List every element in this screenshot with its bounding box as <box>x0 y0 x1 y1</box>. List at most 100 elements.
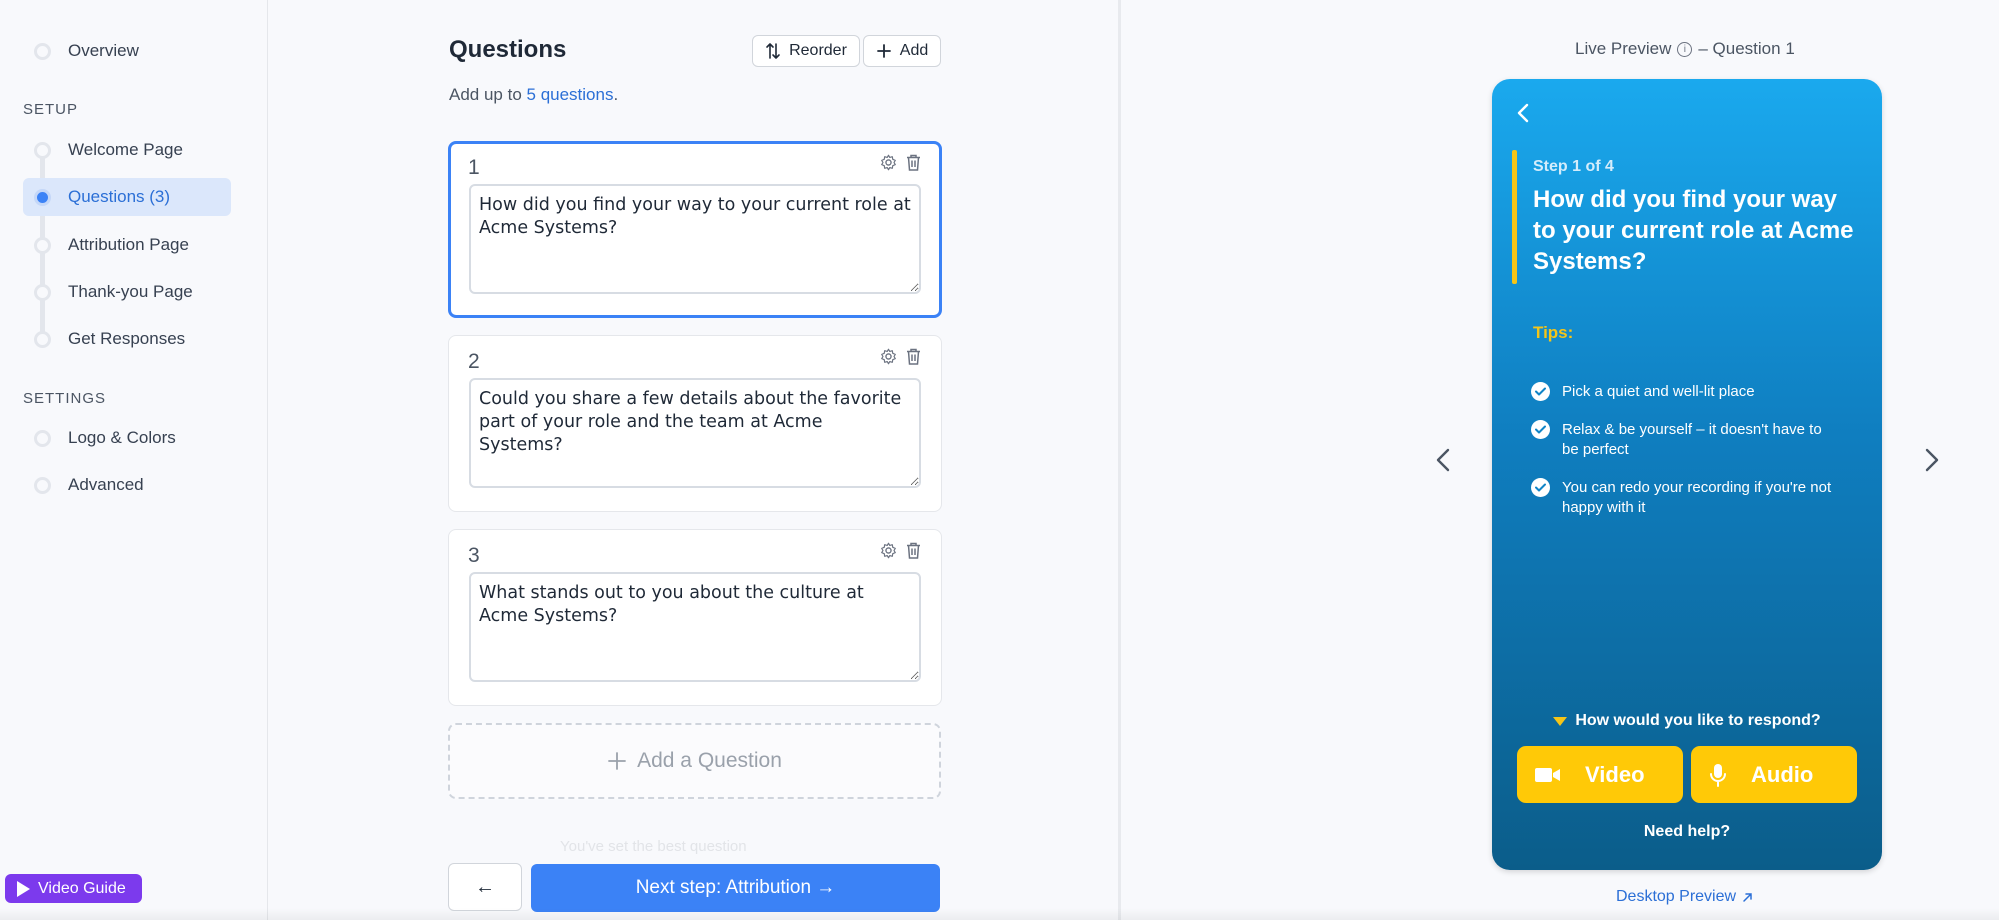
audio-response-button[interactable]: Audio <box>1691 746 1857 803</box>
sidebar-item-welcome-page[interactable]: Welcome Page <box>23 131 231 169</box>
step-dot-icon <box>34 330 51 348</box>
reorder-button[interactable]: Reorder <box>752 35 860 67</box>
add-question-button[interactable]: Add a Question <box>448 723 941 799</box>
plus-icon <box>876 44 891 58</box>
chevron-right-icon[interactable] <box>1917 445 1947 475</box>
preview-question-ref: – Question 1 <box>1698 39 1795 58</box>
audio-label: Audio <box>1751 761 1814 787</box>
sidebar-item-thank-you-page[interactable]: Thank-you Page <box>23 273 231 311</box>
external-link-icon <box>1743 892 1752 902</box>
chevron-left-icon[interactable] <box>1428 445 1458 475</box>
tip-text: Pick a quiet and well-lit place <box>1562 383 1755 400</box>
panel-divider <box>1118 0 1121 920</box>
play-icon <box>17 880 30 897</box>
add-label: Add <box>899 42 929 59</box>
sidebar-item-logo-colors[interactable]: Logo & Colors <box>23 419 231 457</box>
question-number: 1 <box>468 156 480 179</box>
video-label: Video <box>1585 761 1645 787</box>
question-card-1[interactable]: 1 How did you find your way to your curr… <box>448 141 942 318</box>
questions-limit-link[interactable]: 5 questions <box>527 85 614 104</box>
desktop-preview-text: Desktop Preview <box>1616 888 1737 905</box>
sidebar-item-label: Attribution Page <box>68 235 189 254</box>
sidebar-item-label: Advanced <box>68 475 144 494</box>
question-card-2[interactable]: 2 Could you share a few details about th… <box>448 335 942 512</box>
page-title: Questions <box>449 36 567 63</box>
video-guide-button[interactable]: Video Guide <box>5 874 142 903</box>
trash-icon[interactable] <box>906 542 921 559</box>
phone-preview: Step 1 of 4 How did you find your way to… <box>1492 79 1882 870</box>
step-dot-icon <box>34 283 51 301</box>
sidebar-item-attribution-page[interactable]: Attribution Page <box>23 226 231 264</box>
gear-icon[interactable] <box>880 154 897 171</box>
tip-item: You can redo your recording if you're no… <box>1531 478 1841 518</box>
settings-section-label: SETTINGS <box>23 390 107 407</box>
step-label: Step 1 of 4 <box>1533 158 1614 175</box>
question-actions <box>880 154 921 171</box>
sidebar-item-label: Questions (3) <box>68 187 171 206</box>
question-number: 2 <box>468 350 480 373</box>
sidebar-item-label: Logo & Colors <box>68 428 176 447</box>
tip-text: Relax & be yourself – it doesn't have to… <box>1562 421 1822 458</box>
tip-text: You can redo your recording if you're no… <box>1562 479 1832 516</box>
sidebar-item-label: Thank-you Page <box>68 282 193 301</box>
next-step-button[interactable]: Next step: Attribution → <box>531 864 940 912</box>
gear-icon[interactable] <box>880 542 897 559</box>
need-help-link[interactable]: Need help? <box>1492 823 1882 841</box>
caret-down-icon <box>1553 716 1568 726</box>
add-question-label: Add a Question <box>637 749 782 772</box>
sidebar-item-get-responses[interactable]: Get Responses <box>23 320 231 358</box>
gear-icon[interactable] <box>880 348 897 365</box>
reorder-icon <box>766 43 780 59</box>
question-actions <box>880 348 921 365</box>
subtitle-text: Add up to <box>449 85 527 104</box>
sidebar: Overview SETUP Welcome Page Questions (3… <box>0 0 268 920</box>
bottom-edge-shadow <box>0 908 1999 920</box>
live-preview-text: Live Preview <box>1575 39 1672 58</box>
trash-icon[interactable] <box>906 154 921 171</box>
question-actions <box>880 542 921 559</box>
arrow-left-icon: ← <box>475 875 495 898</box>
question-text-input[interactable]: How did you find your way to your curren… <box>469 184 921 294</box>
sidebar-item-advanced[interactable]: Advanced <box>23 466 231 504</box>
sidebar-item-overview[interactable]: Overview <box>23 32 231 70</box>
faded-hint-text: You've set the best question <box>560 838 747 855</box>
setup-section-label: SETUP <box>23 101 79 118</box>
reorder-label: Reorder <box>789 42 847 59</box>
trash-icon[interactable] <box>906 348 921 365</box>
check-circle-icon <box>1531 382 1550 401</box>
step-dot-icon <box>34 188 51 206</box>
video-response-button[interactable]: Video <box>1517 746 1683 803</box>
live-preview-label: Live Preview i – Question 1 <box>1575 39 1795 59</box>
respond-prompt-text: How would you like to respond? <box>1575 712 1821 729</box>
desktop-preview-link[interactable]: Desktop Preview <box>1616 888 1753 906</box>
step-dot-icon <box>34 42 51 60</box>
preview-question: How did you find your way to your curren… <box>1533 186 1854 275</box>
question-text-input[interactable]: Could you share a few details about the … <box>469 378 921 488</box>
back-button[interactable]: ← <box>448 863 522 911</box>
question-text-input[interactable]: What stands out to you about the culture… <box>469 572 921 682</box>
tip-item: Pick a quiet and well-lit place <box>1531 382 1841 402</box>
question-number: 3 <box>468 544 480 567</box>
questions-subtitle: Add up to 5 questions. <box>449 85 618 105</box>
step-dot-icon <box>34 236 51 254</box>
step-dot-icon <box>34 429 51 447</box>
info-icon[interactable]: i <box>1677 41 1693 57</box>
sidebar-item-label: Overview <box>68 41 139 60</box>
plus-icon <box>608 752 627 770</box>
check-circle-icon <box>1531 420 1550 439</box>
video-camera-icon <box>1535 767 1560 782</box>
question-card-3[interactable]: 3 What stands out to you about the cultu… <box>448 529 942 706</box>
back-chevron-icon[interactable] <box>1512 101 1536 125</box>
check-circle-icon <box>1531 478 1550 497</box>
sidebar-item-label: Get Responses <box>68 329 186 348</box>
add-button[interactable]: Add <box>863 35 941 67</box>
subtitle-text-end: . <box>613 85 619 104</box>
sidebar-item-label: Welcome Page <box>68 140 183 159</box>
step-dot-icon <box>34 476 51 494</box>
respond-prompt: How would you like to respond? <box>1492 712 1882 730</box>
tip-item: Relax & be yourself – it doesn't have to… <box>1531 420 1841 460</box>
video-guide-label: Video Guide <box>38 879 126 897</box>
step-dot-icon <box>34 141 51 159</box>
sidebar-item-questions[interactable]: Questions (3) <box>23 178 231 216</box>
tips-label: Tips: <box>1533 323 1574 342</box>
